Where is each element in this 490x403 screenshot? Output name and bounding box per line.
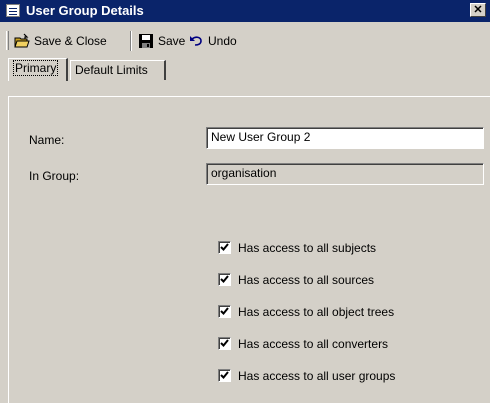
checkmark-icon xyxy=(220,371,229,379)
close-button[interactable]: ✕ xyxy=(470,3,486,17)
toolbar: Save & Close Save Undo xyxy=(0,22,490,56)
undo-button[interactable]: Undo xyxy=(188,31,250,51)
toolbar-grip[interactable] xyxy=(6,31,9,50)
window-title: User Group Details xyxy=(26,3,144,18)
undo-label: Undo xyxy=(208,34,237,48)
user-group-details-window: User Group Details ✕ Save & Close Save U… xyxy=(0,0,490,403)
in-group-label: In Group: xyxy=(29,169,80,183)
save-button[interactable]: Save xyxy=(138,31,190,51)
checkbox-converters-label: Has access to all converters xyxy=(238,337,389,351)
checkbox-object-trees[interactable] xyxy=(218,305,231,318)
save-label: Save xyxy=(158,34,186,48)
checkmark-icon xyxy=(220,307,229,315)
save-close-label: Save & Close xyxy=(34,34,107,48)
toolbar-separator xyxy=(130,31,132,51)
undo-arrow-icon xyxy=(188,33,204,49)
primary-tab-panel: Name: New User Group 2 In Group: organis… xyxy=(8,96,490,403)
checkmark-icon xyxy=(220,275,229,283)
checkmark-icon xyxy=(220,243,229,251)
save-close-button[interactable]: Save & Close xyxy=(14,31,126,51)
checkbox-object-trees-label: Has access to all object trees xyxy=(238,305,395,319)
checkmark-icon xyxy=(220,339,229,347)
tab-primary-label: Primary xyxy=(13,60,59,76)
name-label: Name: xyxy=(29,133,65,147)
in-group-field: organisation xyxy=(206,163,484,185)
checkbox-user-groups-label: Has access to all user groups xyxy=(238,369,396,383)
tab-bar: Primary Default Limits xyxy=(8,56,488,96)
name-input[interactable]: New User Group 2 xyxy=(206,127,484,149)
checkbox-sources-label: Has access to all sources xyxy=(238,273,375,287)
checkbox-sources[interactable] xyxy=(218,273,231,286)
checkbox-user-groups[interactable] xyxy=(218,369,231,382)
checkbox-subjects[interactable] xyxy=(218,241,231,254)
checkbox-converters[interactable] xyxy=(218,337,231,350)
tab-default-limits-label: Default Limits xyxy=(75,63,148,77)
checkbox-subjects-label: Has access to all subjects xyxy=(238,241,377,255)
tab-default-limits[interactable]: Default Limits xyxy=(70,60,166,80)
title-bar[interactable]: User Group Details ✕ xyxy=(0,0,490,22)
window-icon xyxy=(6,4,20,17)
folder-save-icon xyxy=(14,33,30,49)
floppy-disk-icon xyxy=(138,33,154,49)
tab-primary[interactable]: Primary xyxy=(8,58,68,81)
